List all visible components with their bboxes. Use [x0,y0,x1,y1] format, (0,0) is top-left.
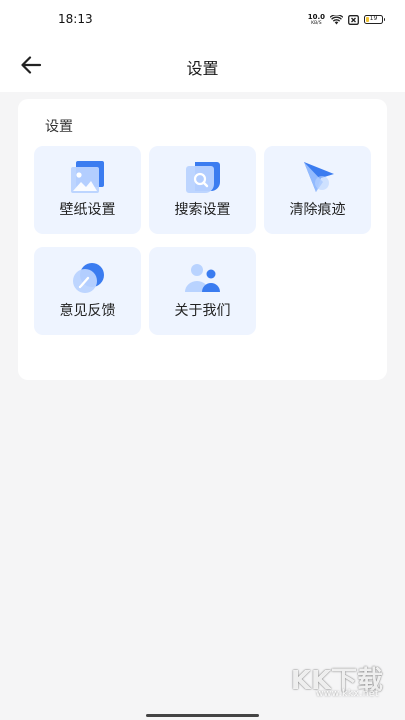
clear-history-label: 清除痕迹 [289,202,346,218]
wifi-icon [329,10,344,29]
feedback-icon [72,263,104,293]
nav-bar: 设置 [0,38,405,92]
sim-disabled-icon [348,10,359,29]
watermark-url: www.kkx.net [316,689,379,699]
status-bar: 18:13 10.0 KB/S 19 [0,0,405,38]
network-speed-value: 10.0 [307,12,325,21]
status-icons: 10.0 KB/S 19 [308,10,385,29]
battery-fill [366,16,369,22]
about-us-button[interactable]: 关于我们 [149,247,256,335]
search-settings-label: 搜索设置 [174,202,231,218]
status-time: 18:13 [58,12,93,26]
clear-history-icon [303,162,334,192]
network-speed-unit: KB/S [311,20,322,26]
feedback-label: 意见反馈 [59,303,116,319]
home-indicator[interactable] [146,714,259,717]
search-settings-button[interactable]: 搜索设置 [149,146,256,234]
about-us-label: 关于我们 [174,303,231,319]
wallpaper-icon [70,161,104,193]
wallpaper-settings-label: 壁纸设置 [59,202,116,218]
settings-card: 设置 壁纸设置 搜索设置 清除痕迹 意见反馈 关于我们 [18,99,387,380]
clear-history-button[interactable]: 清除痕迹 [264,146,371,234]
feedback-button[interactable]: 意见反馈 [34,247,141,335]
network-speed: 10.0 KB/S [308,13,325,26]
page-title: 设置 [186,59,219,78]
battery-level: 19 [369,15,378,22]
wallpaper-settings-button[interactable]: 壁纸设置 [34,146,141,234]
about-us-icon [184,264,220,292]
search-settings-icon [185,162,220,193]
watermark: KK下载 www.kkx.net [287,660,383,704]
section-title: 设置 [45,119,73,135]
battery-icon: 19 [364,14,385,24]
